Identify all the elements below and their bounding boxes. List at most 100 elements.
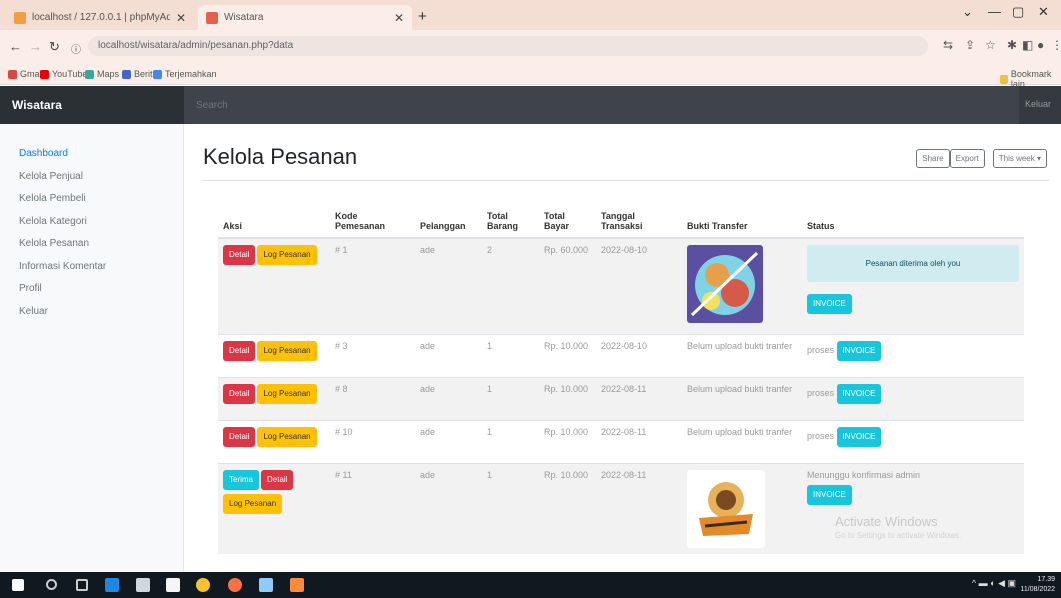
- pelanggan-cell: ade: [415, 462, 482, 554]
- browser-tab-phpmyadmin[interactable]: localhost / 127.0.0.1 | phpMyAdmin ✕: [6, 5, 194, 30]
- menu-icon[interactable]: ⋮: [1051, 38, 1061, 52]
- profile-icon[interactable]: ●: [1037, 38, 1044, 52]
- system-tray-icons[interactable]: ^ ▬ ◐ ◀ ▣: [972, 578, 1016, 589]
- start-icon[interactable]: [12, 579, 24, 591]
- pelanggan-cell: ade: [415, 376, 482, 420]
- aksi-cell: Detail Log Pesanan: [218, 333, 330, 377]
- browser-tab-wisatara[interactable]: Wisatara ✕: [198, 5, 412, 30]
- detail-button[interactable]: Detail: [223, 340, 256, 361]
- new-tab-icon[interactable]: +: [418, 8, 427, 25]
- task-view-icon[interactable]: [76, 579, 88, 591]
- bookmark-gmail[interactable]: Gmail: [8, 69, 44, 79]
- close-tab-icon[interactable]: ✕: [176, 11, 186, 25]
- log-pesanan-button[interactable]: Log Pesanan: [257, 340, 317, 361]
- close-window-icon[interactable]: ✕: [1038, 4, 1049, 20]
- col-total-bayar: Total Bayar: [539, 194, 596, 239]
- edge-icon[interactable]: [105, 578, 119, 592]
- address-bar[interactable]: localhost/wisatara/admin/pesanan.php?dat…: [88, 36, 928, 56]
- windows-taskbar: ^ ▬ ◐ ◀ ▣ 17.39 11/08/2022: [0, 572, 1061, 598]
- sidebar: Dashboard Kelola Penjual Kelola Pembeli …: [0, 124, 184, 572]
- news-icon: [122, 69, 131, 79]
- log-pesanan-button[interactable]: Log Pesanan: [257, 245, 317, 265]
- bayar-cell: Rp. 10.000: [539, 462, 596, 554]
- sidebar-item-profil[interactable]: Profil: [0, 278, 183, 301]
- export-button[interactable]: Export: [949, 149, 985, 168]
- tab-title: localhost / 127.0.0.1 | phpMyAdmin: [32, 12, 170, 23]
- sidebar-item-keluar[interactable]: Keluar: [0, 301, 183, 324]
- bookmark-terjemahkan[interactable]: Terjemahkan: [153, 69, 217, 79]
- orders-table: Aksi Kode Pemesanan Pelanggan Total Bara…: [218, 194, 1024, 554]
- maximize-icon[interactable]: ▢: [1012, 4, 1024, 20]
- minimize-icon[interactable]: —: [988, 4, 1001, 19]
- bukti-cell: [682, 237, 802, 334]
- tanggal-cell: 2022-08-10: [596, 237, 682, 334]
- bookmark-label: YouTube: [52, 69, 88, 79]
- invoice-button[interactable]: INVOICE: [807, 484, 852, 505]
- bookmark-label: Maps: [97, 69, 120, 79]
- chevron-down-icon: ▾: [1036, 154, 1041, 163]
- store-icon[interactable]: [136, 578, 150, 592]
- maps-icon: [85, 69, 94, 79]
- site-info-icon[interactable]: ⓘ: [71, 41, 81, 56]
- chrome-icon[interactable]: [196, 578, 210, 592]
- aksi-cell: Detail Log Pesanan: [218, 419, 330, 463]
- brand-logo[interactable]: Wisatara: [0, 86, 184, 124]
- sidebar-item-kelola-pesanan[interactable]: Kelola Pesanan: [0, 233, 183, 256]
- col-tanggal: Tanggal Transaksi: [596, 194, 682, 239]
- sidebar-item-kelola-penjual[interactable]: Kelola Penjual: [0, 166, 183, 189]
- bookmark-maps[interactable]: Maps: [85, 69, 119, 79]
- detail-button[interactable]: Detail: [223, 383, 256, 404]
- reload-icon[interactable]: ↻: [49, 39, 60, 55]
- close-tab-icon[interactable]: ✕: [394, 11, 404, 25]
- share-icon[interactable]: ⇪: [965, 38, 975, 52]
- bayar-cell: Rp. 10.000: [539, 376, 596, 420]
- pelanggan-cell: ade: [415, 333, 482, 377]
- detail-button[interactable]: Detail: [261, 469, 294, 490]
- share-button[interactable]: Share: [916, 149, 950, 168]
- translate-icon: [153, 69, 162, 79]
- clock[interactable]: 17.39 11/08/2022: [1020, 575, 1055, 595]
- tab-search-icon[interactable]: ⌄: [962, 4, 973, 20]
- page-title: Kelola Pesanan: [203, 144, 358, 169]
- app-icon[interactable]: [259, 578, 273, 592]
- file-explorer-icon[interactable]: [166, 578, 180, 592]
- search-icon[interactable]: [46, 579, 57, 590]
- status-text: Menunggu konfirmasi admin: [807, 469, 921, 480]
- sidebar-item-dashboard[interactable]: Dashboard: [0, 143, 183, 166]
- log-pesanan-button[interactable]: Log Pesanan: [257, 426, 317, 447]
- log-pesanan-button[interactable]: Log Pesanan: [257, 383, 317, 404]
- kode-cell: # 11: [330, 462, 415, 554]
- detail-button[interactable]: Detail: [223, 426, 256, 447]
- date-range-dropdown[interactable]: This week ▾: [992, 149, 1047, 168]
- sidebar-item-kelola-kategori[interactable]: Kelola Kategori: [0, 211, 183, 234]
- aksi-cell: Detail Log Pesanan: [218, 237, 330, 334]
- xampp-icon[interactable]: [290, 578, 304, 592]
- search-input[interactable]: [184, 86, 1019, 124]
- table-header-row: Aksi Kode Pemesanan Pelanggan Total Bara…: [218, 194, 1024, 239]
- sidebar-item-informasi-komentar[interactable]: Informasi Komentar: [0, 256, 183, 279]
- transfer-proof-image[interactable]: [687, 245, 763, 323]
- firefox-icon[interactable]: [228, 578, 242, 592]
- page-toolbar: Share Export This week ▾: [916, 149, 1047, 168]
- clock-time: 17.39: [1037, 576, 1055, 583]
- log-pesanan-button[interactable]: Log Pesanan: [223, 493, 283, 514]
- sidepanel-icon[interactable]: ◧: [1022, 38, 1033, 52]
- translate-icon[interactable]: ⇆: [943, 38, 953, 52]
- detail-button[interactable]: Detail: [223, 245, 256, 265]
- back-icon[interactable]: ←: [9, 39, 22, 54]
- bookmark-star-icon[interactable]: ☆: [985, 38, 996, 52]
- sidebar-item-kelola-pembeli[interactable]: Kelola Pembeli: [0, 188, 183, 211]
- invoice-button[interactable]: INVOICE: [836, 426, 882, 447]
- invoice-button[interactable]: INVOICE: [836, 383, 882, 404]
- invoice-button[interactable]: INVOICE: [807, 294, 852, 314]
- bookmark-youtube[interactable]: YouTube: [40, 69, 87, 79]
- transfer-proof-image[interactable]: [687, 469, 765, 548]
- status-text: proses: [807, 387, 835, 398]
- activate-windows-watermark: Activate Windows: [835, 514, 938, 529]
- extensions-icon[interactable]: ✱: [1007, 38, 1017, 52]
- logout-link[interactable]: Keluar: [1025, 99, 1051, 109]
- forward-icon[interactable]: →: [29, 39, 42, 54]
- invoice-button[interactable]: INVOICE: [836, 340, 882, 361]
- barang-cell: 2: [482, 237, 539, 334]
- terima-button[interactable]: Terima: [223, 469, 260, 490]
